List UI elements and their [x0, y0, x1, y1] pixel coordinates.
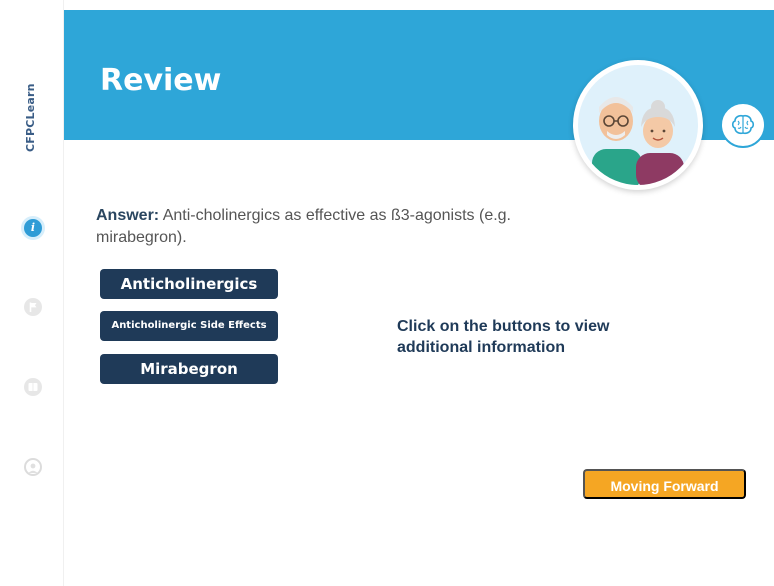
instruction-text: Click on the buttons to view additional …: [397, 318, 610, 356]
book-icon[interactable]: [24, 378, 42, 396]
seniors-illustration: [578, 65, 698, 185]
moving-forward-button[interactable]: Moving Forward: [583, 469, 746, 499]
anticholinergic-side-effects-button[interactable]: Anticholinergic Side Effects: [100, 311, 278, 341]
cfpc-learn-logo: CFPCLearn: [20, 56, 44, 160]
person-glyph: [28, 463, 38, 473]
answer-body: Anti-cholinergics as effective as ß3-ago…: [96, 207, 511, 246]
anticholinergics-button[interactable]: Anticholinergics: [100, 269, 278, 299]
page-title: Review: [100, 63, 222, 98]
info-icon[interactable]: i: [24, 219, 42, 237]
brain-button[interactable]: [720, 102, 766, 148]
info-glyph: i: [30, 221, 36, 234]
person-icon[interactable]: [24, 458, 42, 476]
flag-glyph: [29, 302, 37, 312]
flag-icon[interactable]: [24, 298, 42, 316]
brain-icon: [731, 114, 755, 135]
seniors-portrait: [573, 60, 703, 190]
answer-text: Answer: Anti-cholinergics as effective a…: [96, 205, 536, 249]
mirabegron-button[interactable]: Mirabegron: [100, 354, 278, 384]
book-glyph: [28, 383, 38, 391]
sidebar: CFPCLearn i: [0, 0, 64, 586]
answer-lead: Answer:: [96, 207, 160, 224]
logo-text: CFPCLearn: [24, 83, 37, 152]
